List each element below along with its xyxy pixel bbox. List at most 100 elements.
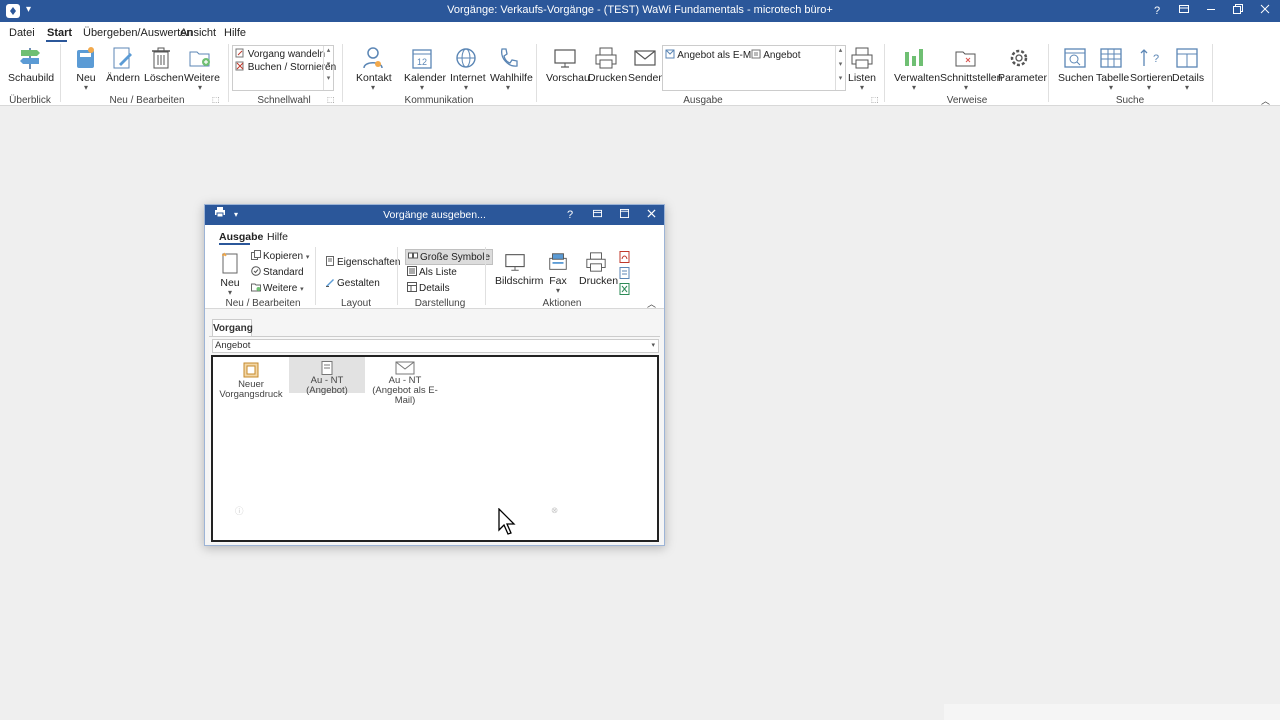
folder-add-icon xyxy=(251,283,261,292)
menu-bar: Datei Start Übergeben/Auswerten Ansicht … xyxy=(0,22,1280,42)
dialog-close-icon[interactable] xyxy=(638,205,664,225)
ribbon-display-options-icon[interactable] xyxy=(1170,0,1198,22)
dialog-group-label-aktionen: Aktionen xyxy=(542,298,582,309)
envelope-icon xyxy=(395,361,415,375)
folder-add-icon xyxy=(189,51,210,67)
contact-person-icon xyxy=(363,47,383,69)
chevron-down-icon[interactable]: ▾ xyxy=(651,340,655,352)
menu-datei[interactable]: Datei xyxy=(9,27,35,39)
menu-start[interactable]: Start xyxy=(47,27,72,39)
grosse-symbole-button[interactable]: Große Symbole xyxy=(405,249,494,265)
dialog-content: Angebot ▾ Neuer Vorgangsdruck Au - NT (A… xyxy=(209,336,660,543)
vorschau-button[interactable]: Vorschau xyxy=(546,46,590,84)
group-separator xyxy=(315,247,316,305)
standard-button[interactable]: Standard xyxy=(251,266,304,278)
kontakt-button[interactable]: Kontakt ▾ xyxy=(356,46,392,92)
phone-icon xyxy=(501,48,518,67)
details-button[interactable]: Details ▾ xyxy=(1172,46,1204,92)
envelope-icon xyxy=(634,50,656,66)
dialog-ribbon-options-icon[interactable] xyxy=(584,205,610,225)
menu-ansicht[interactable]: Ansicht xyxy=(180,27,216,39)
wahlhilfe-button[interactable]: Wahlhilfe ▾ xyxy=(490,46,533,92)
dialog-menu-ausgabe[interactable]: Ausgabe xyxy=(219,231,263,243)
dialog-details-button[interactable]: Details xyxy=(407,282,450,294)
table-icon xyxy=(1100,48,1122,68)
new-record-icon xyxy=(77,47,94,68)
tab-vorgang[interactable]: Vorgang xyxy=(212,319,253,337)
export-document-icon[interactable] xyxy=(619,267,630,282)
pdf-export-icon[interactable] xyxy=(619,251,630,266)
trash-icon xyxy=(152,47,170,69)
printer-icon xyxy=(595,47,617,69)
dialog-maximize-icon[interactable] xyxy=(611,205,637,225)
excel-export-icon[interactable] xyxy=(619,283,630,298)
ausgabe-gallery[interactable]: Angebot als E-Mail Angebot ▴ ▾ ▾ xyxy=(662,45,846,91)
aendern-button[interactable]: Ändern xyxy=(106,46,140,84)
schnittstellen-button[interactable]: Schnittstellen ▾ xyxy=(940,46,1002,92)
fax-button[interactable]: Fax ▾ xyxy=(545,251,571,295)
schaubild-button[interactable]: Schaubild xyxy=(8,46,54,84)
close-icon[interactable] xyxy=(1251,0,1279,22)
book-cancel-icon xyxy=(235,61,244,71)
dialog-group-label-neu-bearbeiten: Neu / Bearbeiten xyxy=(225,298,301,309)
gallery-scroll[interactable]: ▴ ▾ ▾ xyxy=(323,46,333,90)
eigenschaften-button[interactable]: Eigenschaften xyxy=(325,256,400,268)
listen-button[interactable]: Listen ▾ xyxy=(848,46,876,92)
dialog-help-button[interactable]: ? xyxy=(557,205,583,225)
dialog-group-label-layout: Layout xyxy=(340,298,372,309)
list-item-au-nt-angebot[interactable]: Au - NT (Angebot) xyxy=(289,357,365,396)
window-title: Vorgänge: Verkaufs-Vorgänge - (TEST) WaW… xyxy=(447,4,833,16)
large-icons-icon xyxy=(408,252,418,259)
dialog-launcher-icon[interactable]: ⬚ xyxy=(871,95,879,104)
dialog-launcher-icon[interactable]: ⬚ xyxy=(327,95,335,104)
tabelle-button[interactable]: Tabelle ▾ xyxy=(1096,46,1129,92)
schnellwahl-item[interactable]: Buchen / Stornieren xyxy=(235,61,336,73)
list-item-neuer-vorgangsdruck[interactable]: Neuer Vorgangsdruck xyxy=(219,361,283,400)
weitere-button[interactable]: Weitere ▾ xyxy=(184,46,220,92)
ausgabe-item[interactable]: Angebot als E-Mail xyxy=(665,49,761,61)
list-view-icon xyxy=(407,266,417,276)
verwalten-button[interactable]: Verwalten ▾ xyxy=(894,46,940,92)
internet-button[interactable]: Internet ▾ xyxy=(450,46,486,92)
ausgabe-item[interactable]: Angebot xyxy=(751,49,801,61)
schnellwahl-item[interactable]: Vorgang wandeln xyxy=(235,48,325,60)
copy-icon xyxy=(251,250,261,260)
gestalten-button[interactable]: Gestalten xyxy=(325,277,380,289)
restore-icon[interactable] xyxy=(1224,0,1252,22)
dialog-weitere-button[interactable]: Weitere ▾ xyxy=(251,282,304,294)
manage-columns-icon xyxy=(905,49,923,66)
vorgang-type-select[interactable]: Angebot ▾ xyxy=(212,339,659,353)
ribbon: Schaubild Überblick Neu ▾ Ändern Löschen… xyxy=(0,42,1280,106)
group-separator xyxy=(342,44,343,102)
schnellwahl-gallery[interactable]: Vorgang wandeln Buchen / Stornieren ▴ ▾ ▾ xyxy=(232,45,336,91)
group-separator xyxy=(1212,44,1213,102)
menu-uebergeben-auswerten[interactable]: Übergeben/Auswerten xyxy=(83,27,192,39)
group-separator xyxy=(228,44,229,102)
dialog-launcher-icon[interactable]: ⬚ xyxy=(212,95,220,104)
parameter-button[interactable]: Parameter xyxy=(998,46,1047,84)
dialog-collapse-ribbon-icon[interactable]: ︿ xyxy=(647,297,656,310)
drucken-button[interactable]: Drucken xyxy=(588,46,627,84)
kopieren-button[interactable]: Kopieren ▾ xyxy=(251,250,309,262)
list-item-au-nt-email[interactable]: Au - NT (Angebot als E-Mail) xyxy=(365,361,445,406)
senden-button[interactable]: Senden xyxy=(628,46,664,84)
collapse-ribbon-icon[interactable]: ︿ xyxy=(1261,94,1270,107)
dialog-drucken-button[interactable]: Drucken xyxy=(579,251,618,287)
group-label-schnellwahl: Schnellwahl xyxy=(257,95,311,106)
menu-hilfe[interactable]: Hilfe xyxy=(224,27,246,39)
help-button[interactable]: ? xyxy=(1143,0,1171,22)
group-label-suche: Suche xyxy=(1115,95,1145,106)
sortieren-button[interactable]: ? Sortieren ▾ xyxy=(1130,46,1173,92)
kalender-button[interactable]: 12 Kalender ▾ xyxy=(404,46,446,92)
minimize-icon[interactable] xyxy=(1197,0,1225,22)
dialog-menu-hilfe[interactable]: Hilfe xyxy=(267,231,288,243)
properties-document-icon xyxy=(326,256,334,266)
als-liste-button[interactable]: Als Liste xyxy=(407,266,457,278)
dialog-neu-button[interactable]: Neu ▾ xyxy=(219,251,241,297)
gallery-scroll[interactable]: ▴ ▾ ▾ xyxy=(835,46,845,90)
neu-button[interactable]: Neu ▾ xyxy=(72,46,100,92)
edit-icon xyxy=(113,47,132,69)
suchen-button[interactable]: Suchen xyxy=(1058,46,1094,84)
bildschirm-button[interactable]: Bildschirm xyxy=(495,251,543,287)
loeschen-button[interactable]: Löschen xyxy=(144,46,184,84)
